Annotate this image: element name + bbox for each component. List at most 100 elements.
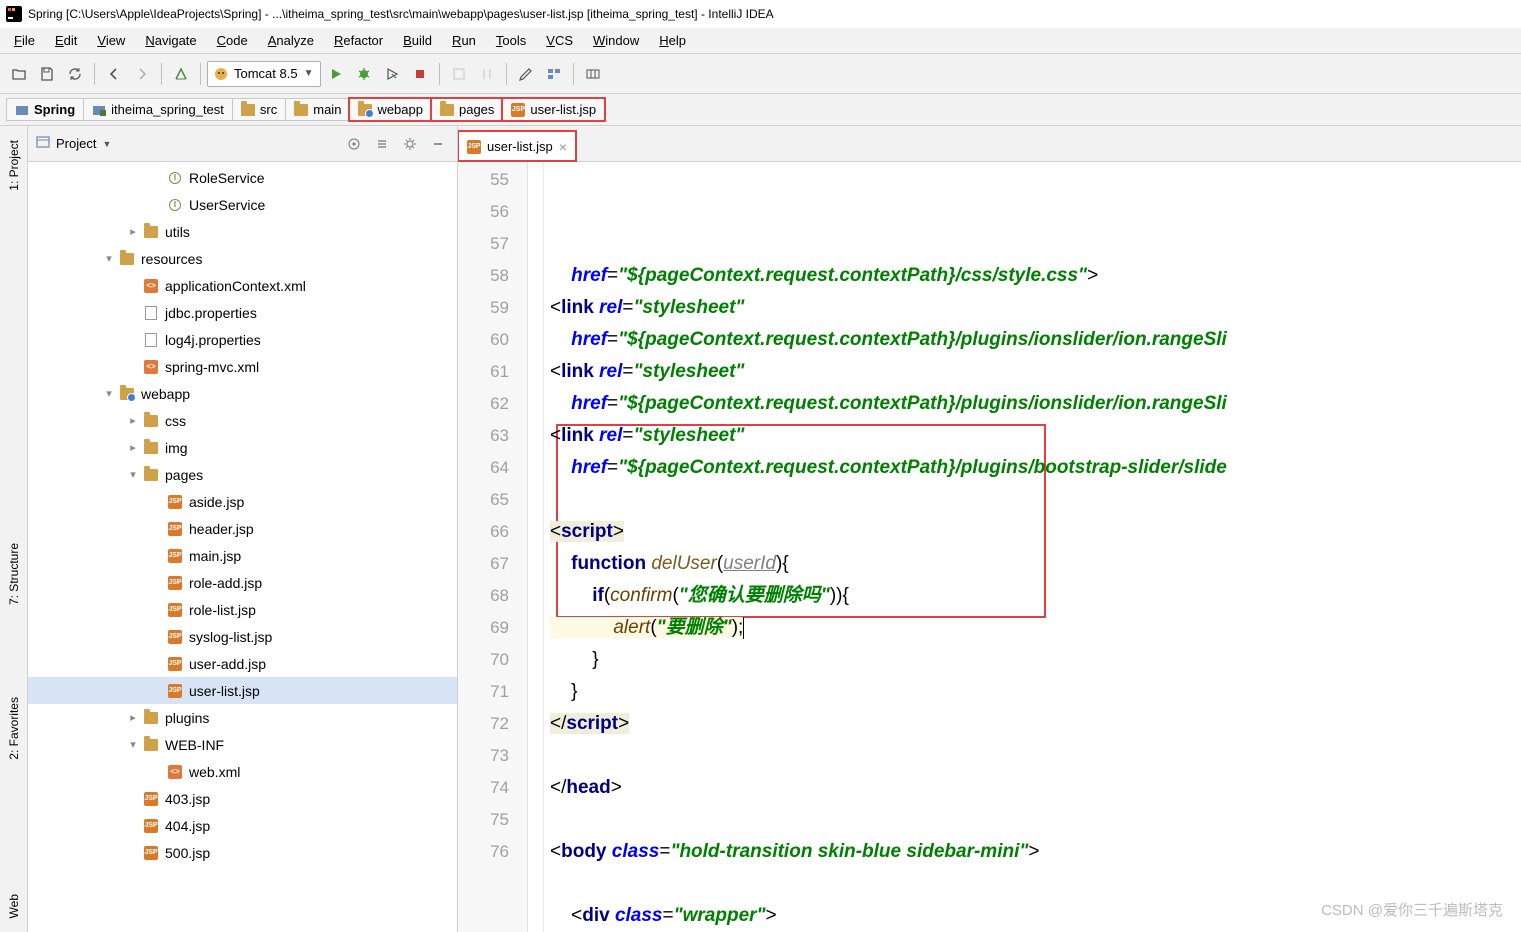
- editor-tab-label: user-list.jsp: [487, 139, 553, 154]
- breadcrumb-spring[interactable]: Spring: [6, 98, 84, 121]
- breadcrumb-webapp[interactable]: webapp: [349, 98, 432, 121]
- code-line-68[interactable]: }: [550, 676, 1515, 708]
- code-line-70[interactable]: [550, 740, 1515, 772]
- code-line-74[interactable]: [550, 868, 1515, 900]
- code-line-69[interactable]: </script>: [550, 708, 1515, 740]
- breadcrumb-pages[interactable]: pages: [431, 98, 503, 121]
- tree-node-syslog-list-jsp[interactable]: JSPsyslog-list.jsp: [28, 623, 457, 650]
- menu-code[interactable]: Code: [207, 30, 258, 51]
- code-line-71[interactable]: </head>: [550, 772, 1515, 804]
- run-config-select[interactable]: Tomcat 8.5 ▼: [207, 61, 321, 87]
- code-line-60[interactable]: <link rel="stylesheet": [550, 420, 1515, 452]
- code-line-72[interactable]: [550, 804, 1515, 836]
- minimize-icon[interactable]: [427, 133, 449, 155]
- code-line-61[interactable]: href="${pageContext.request.contextPath}…: [550, 452, 1515, 484]
- attach-icon[interactable]: [474, 61, 500, 87]
- menu-refactor[interactable]: Refactor: [324, 30, 393, 51]
- sidetab-project[interactable]: 1: Project: [5, 134, 23, 197]
- save-icon[interactable]: [34, 61, 60, 87]
- tree-node-role-list-jsp[interactable]: JSProle-list.jsp: [28, 596, 457, 623]
- code-line-65[interactable]: if(confirm("您确认要删除吗")){: [550, 580, 1515, 612]
- tree-node-web-inf[interactable]: ▾WEB-INF: [28, 731, 457, 758]
- tree-node-log4j-properties[interactable]: log4j.properties: [28, 326, 457, 353]
- tree-node-role-add-jsp[interactable]: JSProle-add.jsp: [28, 569, 457, 596]
- tree-node-plugins[interactable]: ▸plugins: [28, 704, 457, 731]
- breadcrumb-main[interactable]: main: [285, 98, 350, 121]
- menu-build[interactable]: Build: [393, 30, 442, 51]
- menu-edit[interactable]: Edit: [45, 30, 87, 51]
- tree-node-header-jsp[interactable]: JSPheader.jsp: [28, 515, 457, 542]
- tree-node-utils[interactable]: ▸utils: [28, 218, 457, 245]
- menu-file[interactable]: File: [4, 30, 45, 51]
- debug-icon[interactable]: [351, 61, 377, 87]
- tree-node-user-add-jsp[interactable]: JSPuser-add.jsp: [28, 650, 457, 677]
- tree-node-userservice[interactable]: IUserService: [28, 191, 457, 218]
- tree-node-resources[interactable]: ▾resources: [28, 245, 457, 272]
- tree-node-403-jsp[interactable]: JSP403.jsp: [28, 785, 457, 812]
- chevron-down-icon[interactable]: ▼: [102, 139, 111, 149]
- breadcrumb-src[interactable]: src: [232, 98, 286, 121]
- code-content[interactable]: href="${pageContext.request.contextPath}…: [544, 162, 1521, 932]
- menu-run[interactable]: Run: [442, 30, 486, 51]
- menu-analyze[interactable]: Analyze: [258, 30, 324, 51]
- sidetab-structure[interactable]: 7: Structure: [5, 537, 23, 611]
- tree-node-spring-mvc-xml[interactable]: <>spring-mvc.xml: [28, 353, 457, 380]
- code-line-64[interactable]: function delUser(userId){: [550, 548, 1515, 580]
- sdk-icon[interactable]: [580, 61, 606, 87]
- code-line-57[interactable]: href="${pageContext.request.contextPath}…: [550, 324, 1515, 356]
- tree-node-aside-jsp[interactable]: JSPaside.jsp: [28, 488, 457, 515]
- menu-window[interactable]: Window: [583, 30, 649, 51]
- tree-node-css[interactable]: ▸css: [28, 407, 457, 434]
- forward-icon[interactable]: [129, 61, 155, 87]
- fold-column[interactable]: [528, 162, 544, 932]
- tree-node-404-jsp[interactable]: JSP404.jsp: [28, 812, 457, 839]
- tree-node-main-jsp[interactable]: JSPmain.jsp: [28, 542, 457, 569]
- code-line-56[interactable]: <link rel="stylesheet": [550, 292, 1515, 324]
- code-line-73[interactable]: <body class="hold-transition skin-blue s…: [550, 836, 1515, 868]
- code-line-62[interactable]: [550, 484, 1515, 516]
- code-line-63[interactable]: <script>: [550, 516, 1515, 548]
- sidetab-favorites[interactable]: 2: Favorites: [5, 691, 23, 766]
- settings-icon[interactable]: [513, 61, 539, 87]
- menu-help[interactable]: Help: [649, 30, 696, 51]
- code-editor[interactable]: 5556575859606162636465666768697071727374…: [458, 162, 1521, 932]
- editor-tab-user-list[interactable]: JSP user-list.jsp ×: [458, 131, 576, 161]
- tree-node-roleservice[interactable]: IRoleService: [28, 164, 457, 191]
- run-icon[interactable]: [323, 61, 349, 87]
- jsp-icon: JSP: [467, 140, 481, 154]
- menu-tools[interactable]: Tools: [486, 30, 536, 51]
- tree-node-pages[interactable]: ▾pages: [28, 461, 457, 488]
- tree-node-applicationcontext-xml[interactable]: <>applicationContext.xml: [28, 272, 457, 299]
- project-structure-icon[interactable]: [541, 61, 567, 87]
- tree-node-web-xml[interactable]: <>web.xml: [28, 758, 457, 785]
- tree-node-img[interactable]: ▸img: [28, 434, 457, 461]
- gear-icon[interactable]: [399, 133, 421, 155]
- code-line-58[interactable]: <link rel="stylesheet": [550, 356, 1515, 388]
- code-line-59[interactable]: href="${pageContext.request.contextPath}…: [550, 388, 1515, 420]
- tree-node-jdbc-properties[interactable]: jdbc.properties: [28, 299, 457, 326]
- menu-vcs[interactable]: VCS: [536, 30, 583, 51]
- sync-icon[interactable]: [62, 61, 88, 87]
- open-icon[interactable]: [6, 61, 32, 87]
- sidetab-web[interactable]: Web: [5, 888, 23, 924]
- collapse-icon[interactable]: [371, 133, 393, 155]
- back-icon[interactable]: [101, 61, 127, 87]
- stop-icon[interactable]: [407, 61, 433, 87]
- code-line-66[interactable]: alert("要删除");: [550, 612, 1515, 644]
- menu-view[interactable]: View: [87, 30, 135, 51]
- tree-node-500-jsp[interactable]: JSP500.jsp: [28, 839, 457, 866]
- breadcrumb-itheima-spring-test[interactable]: itheima_spring_test: [83, 98, 233, 121]
- locate-icon[interactable]: [343, 133, 365, 155]
- breadcrumb-user-list-jsp[interactable]: JSPuser-list.jsp: [502, 98, 605, 121]
- menu-navigate[interactable]: Navigate: [135, 30, 206, 51]
- tree-node-webapp[interactable]: ▾webapp: [28, 380, 457, 407]
- code-line-75[interactable]: <div class="wrapper">: [550, 900, 1515, 932]
- build-icon[interactable]: [168, 61, 194, 87]
- code-line-55[interactable]: href="${pageContext.request.contextPath}…: [550, 260, 1515, 292]
- coverage-icon[interactable]: [379, 61, 405, 87]
- code-line-67[interactable]: }: [550, 644, 1515, 676]
- tree-node-user-list-jsp[interactable]: JSPuser-list.jsp: [28, 677, 457, 704]
- project-tree[interactable]: IRoleServiceIUserService▸utils▾resources…: [28, 162, 457, 932]
- profile-icon[interactable]: [446, 61, 472, 87]
- close-icon[interactable]: ×: [559, 139, 567, 155]
